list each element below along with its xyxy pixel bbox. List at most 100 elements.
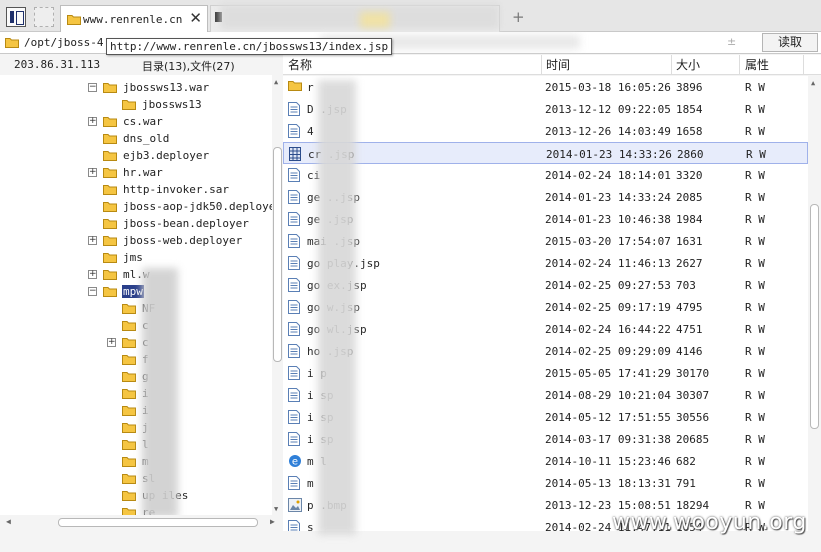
file-row[interactable]: r 2015-03-18 16:05:26 3896 R W bbox=[283, 76, 808, 98]
expand-icon[interactable]: + bbox=[88, 117, 97, 126]
scroll-thumb[interactable] bbox=[810, 204, 819, 429]
list-vertical-scrollbar[interactable]: ▲ bbox=[808, 76, 821, 531]
left-info-bar: 203.86.31.113 目录(13),文件(27) bbox=[0, 55, 283, 75]
file-list: r2015-03-18 16:05:263896R WD .jsp2013-12… bbox=[283, 76, 808, 531]
document-icon bbox=[288, 168, 300, 185]
file-size: 791 bbox=[676, 477, 696, 490]
file-size: 30170 bbox=[676, 367, 710, 380]
collapse-icon[interactable]: − bbox=[88, 287, 97, 296]
folder-icon bbox=[103, 184, 117, 198]
file-size: 1631 bbox=[676, 235, 703, 248]
sort-icon[interactable]: ± bbox=[727, 35, 736, 48]
file-attr: R W bbox=[745, 169, 765, 182]
file-row[interactable]: ci 2014-02-24 18:14:01 3320 R W bbox=[283, 164, 808, 186]
watermark: www.wooyun.org bbox=[612, 510, 807, 535]
folder-icon bbox=[103, 201, 117, 215]
file-row[interactable]: m 2014-05-13 18:13:31 791 R W bbox=[283, 472, 808, 494]
folder-icon bbox=[103, 286, 117, 300]
file-time: 2013-12-26 14:03:49 bbox=[545, 125, 671, 138]
folder-icon bbox=[122, 99, 136, 113]
column-attr[interactable]: 属性 bbox=[745, 56, 769, 73]
folder-icon bbox=[122, 354, 136, 368]
file-row[interactable]: i sp2014-08-29 10:21:0430307R W bbox=[283, 384, 808, 406]
folder-icon bbox=[122, 405, 136, 419]
expand-icon[interactable]: + bbox=[88, 168, 97, 177]
file-row[interactable]: em l 2014-10-11 15:23:46 682 R W bbox=[283, 450, 808, 472]
folder-icon bbox=[103, 269, 117, 283]
column-size[interactable]: 大小 bbox=[676, 56, 700, 73]
file-attr: R W bbox=[745, 455, 765, 468]
url-tooltip: http://www.renrenle.cn/jbossws13/index.j… bbox=[106, 38, 393, 55]
file-attr: R W bbox=[745, 191, 765, 204]
file-attr: R W bbox=[745, 125, 765, 138]
bitmap-icon bbox=[288, 498, 302, 515]
tree-item-label: mpw bbox=[122, 285, 144, 298]
file-attr: R W bbox=[745, 389, 765, 402]
file-size: 1854 bbox=[676, 103, 703, 116]
folder-icon bbox=[5, 38, 19, 48]
folder-icon bbox=[122, 388, 136, 402]
tree-horizontal-scrollbar[interactable]: ◀ ▶ bbox=[0, 515, 283, 529]
document-icon bbox=[288, 190, 300, 207]
file-row[interactable]: cr .jsp2014-01-23 14:33:262860R W bbox=[283, 142, 808, 164]
tab-active[interactable]: www.renrenle.cn ✕ bbox=[60, 5, 208, 32]
scroll-up-icon[interactable]: ▲ bbox=[811, 79, 815, 87]
document-icon bbox=[289, 147, 301, 164]
file-row[interactable]: i sp2014-03-17 09:31:3820685R W bbox=[283, 428, 808, 450]
file-row[interactable]: mai .jsp2015-03-20 17:54:071631R W bbox=[283, 230, 808, 252]
blank-page-icon[interactable] bbox=[34, 7, 54, 27]
tree-item-label: cs.war bbox=[123, 115, 163, 128]
file-row[interactable]: go play.jsp2014-02-24 11:46:132627R W bbox=[283, 252, 808, 274]
new-tab-icon[interactable]: + bbox=[512, 8, 525, 26]
file-attr: R W bbox=[745, 257, 765, 270]
folder-icon bbox=[122, 439, 136, 453]
folder-icon bbox=[103, 82, 117, 96]
read-button[interactable]: 读取 bbox=[762, 33, 818, 52]
file-time: 2014-05-12 17:51:55 bbox=[545, 411, 671, 424]
file-time: 2014-03-17 09:31:38 bbox=[545, 433, 671, 446]
document-icon bbox=[288, 234, 300, 251]
file-attr: R W bbox=[745, 367, 765, 380]
tree-item-label: jms bbox=[123, 251, 143, 264]
folder-icon bbox=[103, 133, 117, 147]
folder-icon bbox=[122, 303, 136, 317]
file-row[interactable]: 4 2013-12-26 14:03:49 1658 R W bbox=[283, 120, 808, 142]
scroll-up-icon[interactable]: ▲ bbox=[274, 78, 278, 86]
scroll-right-icon[interactable]: ▶ bbox=[270, 517, 275, 526]
file-row[interactable]: i p 2015-05-05 17:41:29 30170 R W bbox=[283, 362, 808, 384]
column-name[interactable]: 名称 bbox=[288, 56, 312, 73]
file-row[interactable]: go wl.jsp2014-02-24 16:44:224751R W bbox=[283, 318, 808, 340]
collapse-icon[interactable]: − bbox=[88, 83, 97, 92]
file-time: 2014-10-11 15:23:46 bbox=[545, 455, 671, 468]
file-time: 2014-01-23 10:46:38 bbox=[545, 213, 671, 226]
tree-vertical-scrollbar[interactable]: ▲ ▼ bbox=[272, 75, 283, 515]
folder-icon bbox=[103, 252, 117, 266]
file-row[interactable]: D .jsp2013-12-12 09:22:051854R W bbox=[283, 98, 808, 120]
expand-icon[interactable]: + bbox=[88, 236, 97, 245]
folder-icon bbox=[122, 490, 136, 504]
document-icon bbox=[288, 366, 300, 383]
file-row[interactable]: i sp2014-05-12 17:51:5530556R W bbox=[283, 406, 808, 428]
file-row[interactable]: ge .jsp2014-01-23 10:46:381984R W bbox=[283, 208, 808, 230]
file-row[interactable]: ho .jsp2014-02-25 09:29:094146R W bbox=[283, 340, 808, 362]
file-attr: R W bbox=[745, 81, 765, 94]
scroll-thumb[interactable] bbox=[58, 518, 258, 527]
file-row[interactable]: go ex.jsp2014-02-25 09:27:53703R W bbox=[283, 274, 808, 296]
path-input[interactable]: /opt/jboss-4. bbox=[24, 36, 110, 49]
expand-icon[interactable]: + bbox=[88, 270, 97, 279]
expand-icon[interactable]: + bbox=[107, 338, 116, 347]
file-time: 2015-05-05 17:41:29 bbox=[545, 367, 671, 380]
file-row[interactable]: go w.jsp2014-02-25 09:17:194795R W bbox=[283, 296, 808, 318]
scroll-down-icon[interactable]: ▼ bbox=[274, 505, 278, 513]
file-attr: R W bbox=[745, 345, 765, 358]
folder-icon bbox=[103, 235, 117, 249]
column-time[interactable]: 时间 bbox=[546, 56, 570, 73]
scroll-left-icon[interactable]: ◀ bbox=[6, 517, 11, 526]
scroll-thumb[interactable] bbox=[273, 147, 282, 362]
tree-item-label: ejb3.deployer bbox=[123, 149, 210, 162]
file-row[interactable]: ge ..jsp2014-01-23 14:33:242085R W bbox=[283, 186, 808, 208]
folder-icon bbox=[122, 422, 136, 436]
sidebar-toggle-icon[interactable] bbox=[6, 7, 26, 27]
close-icon[interactable]: ✕ bbox=[189, 9, 202, 27]
file-time: 2014-02-25 09:17:19 bbox=[545, 301, 671, 314]
